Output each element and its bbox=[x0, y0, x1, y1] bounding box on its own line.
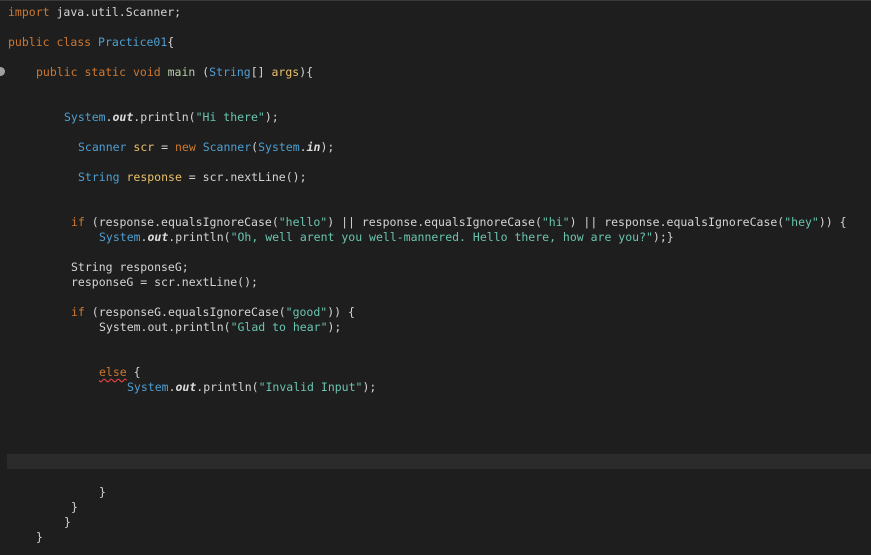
code-line-10[interactable]: responseG = scr.nextLine(); bbox=[71, 275, 258, 290]
code-token: new bbox=[174, 140, 196, 154]
code-token: (response. bbox=[84, 215, 162, 229]
code-token: );} bbox=[652, 230, 674, 244]
code-token: (responseG.equalsIgnoreCase( bbox=[84, 305, 286, 319]
code-line-13[interactable]: else { bbox=[99, 365, 141, 380]
code-token: ); bbox=[327, 320, 342, 334]
code-token: ( bbox=[195, 65, 210, 79]
code-editor[interactable]: import java.util.Scanner; public class P… bbox=[0, 0, 871, 555]
code-token: ); bbox=[264, 110, 279, 124]
code-token: "Oh, well arent you well-mannered. Hello… bbox=[230, 230, 653, 244]
code-token: Scanner bbox=[78, 140, 127, 154]
code-token: in bbox=[306, 140, 321, 154]
code-token: out bbox=[147, 230, 169, 244]
code-line-5[interactable]: Scanner scr = new Scanner(System.in); bbox=[78, 140, 334, 155]
code-token: out bbox=[175, 380, 197, 394]
code-token: else bbox=[99, 365, 127, 379]
code-token: .println( bbox=[168, 230, 231, 244]
code-token: response bbox=[126, 170, 182, 184]
code-token: System bbox=[64, 110, 106, 124]
code-token: println( bbox=[140, 110, 196, 124]
code-token: ( bbox=[534, 215, 542, 229]
code-token: System.out.println( bbox=[99, 320, 231, 334]
code-token: if bbox=[71, 215, 85, 229]
code-token: )) { bbox=[818, 215, 847, 229]
code-token: = bbox=[154, 140, 175, 154]
code-token: "good" bbox=[285, 305, 328, 319]
code-token: ){ bbox=[299, 65, 314, 79]
code-token: equalsIgnoreCase bbox=[666, 215, 778, 229]
code-token: .println( bbox=[196, 380, 259, 394]
code-line-18[interactable]: } bbox=[36, 530, 43, 545]
code-token: if bbox=[71, 305, 85, 319]
code-token: . bbox=[299, 140, 307, 154]
code-token: Scanner bbox=[202, 140, 252, 154]
code-line-12[interactable]: System.out.println("Glad to hear"); bbox=[99, 320, 341, 335]
code-token: = scr. bbox=[181, 170, 231, 184]
code-token: main bbox=[167, 65, 196, 79]
code-token: responseG = scr.nextLine(); bbox=[71, 275, 258, 289]
code-token: args bbox=[271, 65, 300, 79]
code-token: String bbox=[209, 65, 251, 79]
code-token: equalsIgnoreCase bbox=[161, 215, 272, 229]
code-line-1[interactable]: import java.util.Scanner; bbox=[8, 5, 181, 20]
code-token: "hi" bbox=[541, 215, 570, 229]
code-token: } bbox=[36, 530, 43, 544]
current-line-highlight bbox=[7, 454, 871, 469]
code-token: ( bbox=[271, 215, 279, 229]
code-token: ) || response. bbox=[327, 215, 425, 229]
code-token: System bbox=[127, 380, 169, 394]
code-token: ); bbox=[320, 140, 335, 154]
code-line-8[interactable]: System.out.println("Oh, well arent you w… bbox=[99, 230, 674, 245]
code-token: "Invalid Input" bbox=[258, 380, 363, 394]
code-line-14[interactable]: System.out.println("Invalid Input"); bbox=[127, 380, 376, 395]
code-token: { bbox=[167, 35, 175, 49]
code-line-4[interactable]: System.out.println("Hi there"); bbox=[64, 110, 279, 125]
code-token: String bbox=[78, 170, 120, 184]
code-token: void bbox=[132, 65, 161, 79]
code-token: { bbox=[126, 365, 141, 379]
code-token: (); bbox=[285, 170, 307, 184]
code-token: scr bbox=[133, 140, 155, 154]
code-line-16[interactable]: } bbox=[71, 500, 78, 515]
code-token: "Glad to hear" bbox=[230, 320, 328, 334]
code-line-6[interactable]: String response = scr.nextLine(); bbox=[78, 170, 307, 185]
code-token: } bbox=[64, 515, 71, 529]
code-token: } bbox=[99, 485, 106, 499]
code-line-3[interactable]: public static void main (String[] args){ bbox=[36, 65, 313, 80]
code-token: public bbox=[8, 35, 50, 49]
code-token: System bbox=[99, 230, 141, 244]
code-token: "hello" bbox=[278, 215, 328, 229]
code-line-7[interactable]: if (response.equalsIgnoreCase("hello") |… bbox=[71, 215, 847, 230]
code-token: } bbox=[71, 500, 78, 514]
code-token: equalsIgnoreCase bbox=[424, 215, 535, 229]
code-line-11[interactable]: if (responseG.equalsIgnoreCase("good")) … bbox=[71, 305, 355, 320]
code-token: System bbox=[258, 140, 300, 154]
code-token: "Hi there" bbox=[195, 110, 265, 124]
code-token: class bbox=[56, 35, 92, 49]
code-token: static bbox=[84, 65, 127, 79]
code-token: java.util.Scanner; bbox=[49, 5, 182, 19]
code-token: ) || response. bbox=[569, 215, 667, 229]
code-line-17[interactable]: } bbox=[64, 515, 71, 530]
code-token: out bbox=[112, 110, 134, 124]
code-line-2[interactable]: public class Practice01{ bbox=[8, 35, 174, 50]
code-token: public bbox=[36, 65, 78, 79]
code-token: )) { bbox=[327, 305, 355, 319]
code-line-9[interactable]: String responseG; bbox=[71, 260, 189, 275]
code-token: "hey" bbox=[784, 215, 819, 229]
code-token: String responseG; bbox=[71, 260, 189, 274]
code-token: Practice01 bbox=[98, 35, 168, 49]
code-token: nextLine bbox=[230, 170, 286, 184]
code-token: [] bbox=[250, 65, 272, 79]
code-token: import bbox=[8, 5, 50, 19]
breakpoint-marker[interactable] bbox=[0, 67, 5, 76]
code-line-15[interactable]: } bbox=[99, 485, 106, 500]
code-token: ); bbox=[362, 380, 377, 394]
